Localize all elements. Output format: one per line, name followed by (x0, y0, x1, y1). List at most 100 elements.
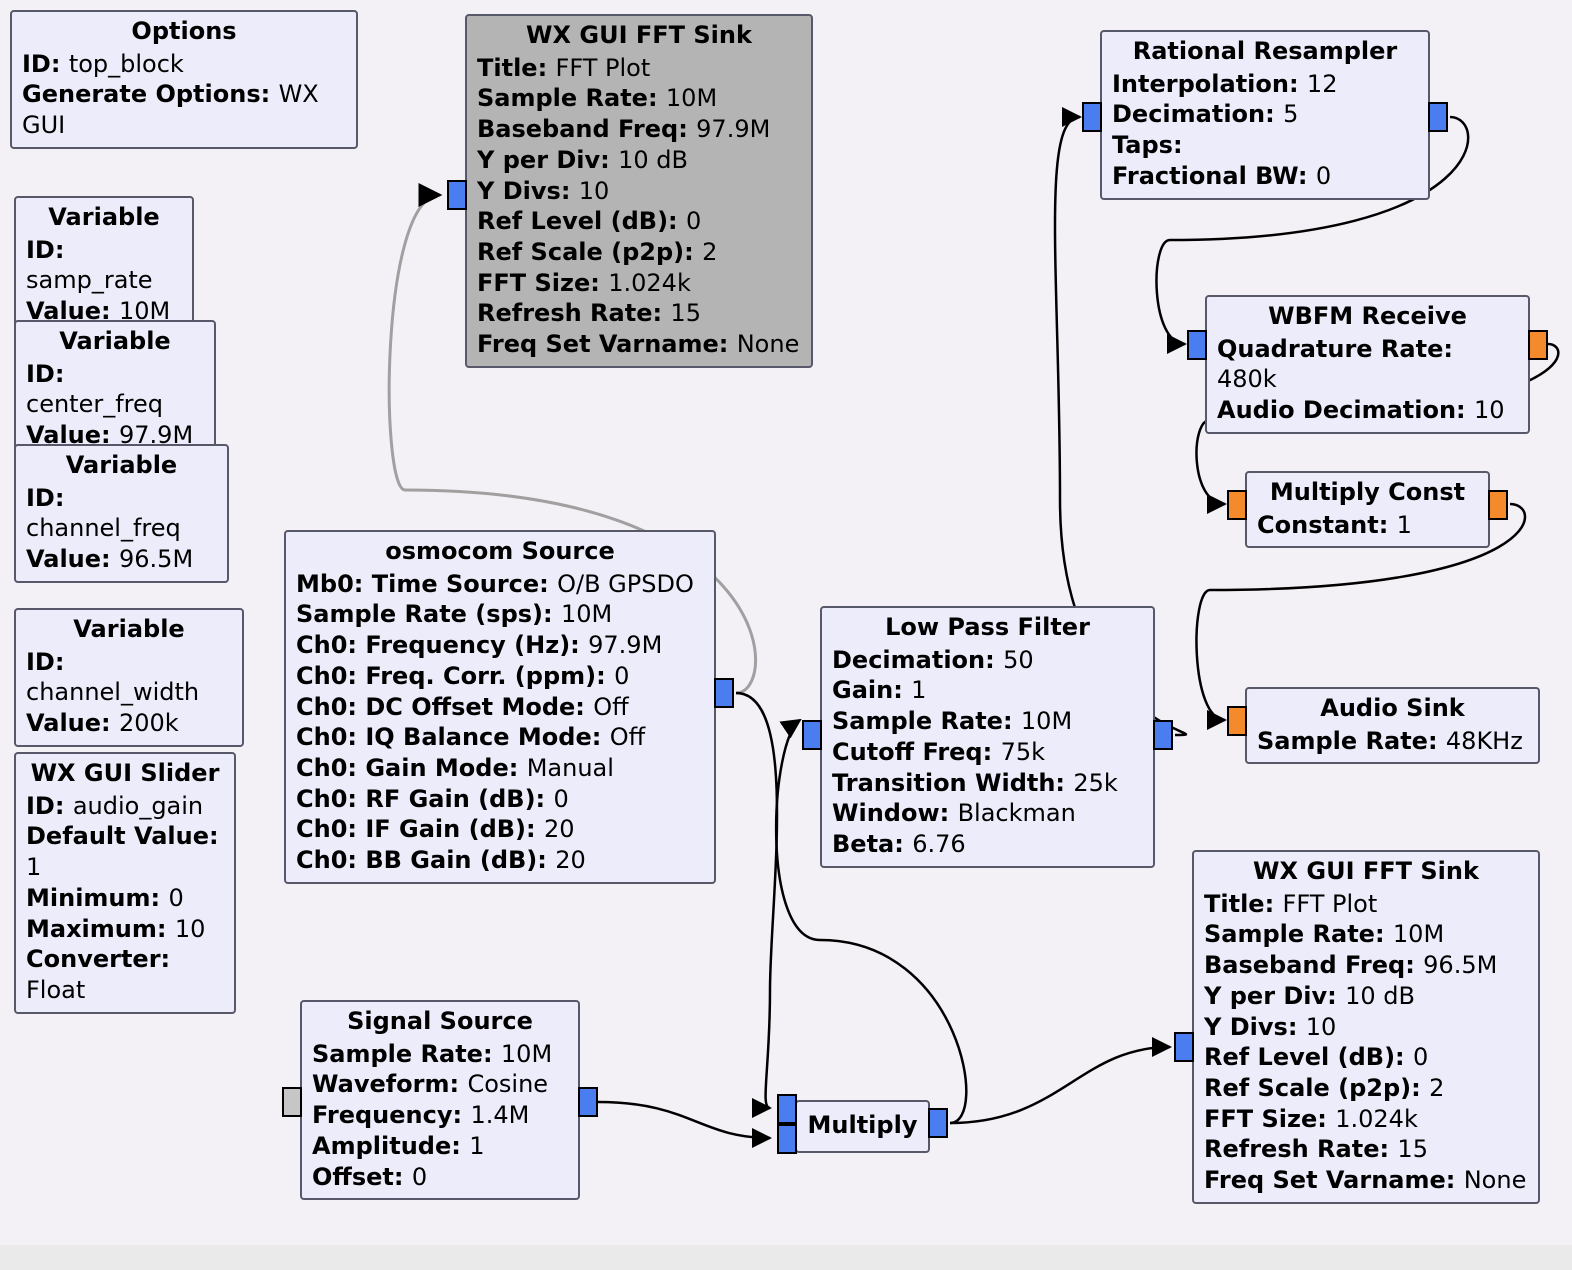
block-fft-sink-2[interactable]: WX GUI FFT Sink Title: FFT PlotSample Ra… (1192, 850, 1540, 1204)
param-row: Ref Level (dB): 0 (477, 206, 801, 237)
param-row: Sample Rate: 48KHz (1257, 726, 1528, 757)
block-title: Rational Resampler (1112, 36, 1418, 67)
param-row: Interpolation: 12 (1112, 69, 1418, 100)
param-row: ID: center_freq (26, 359, 204, 420)
param-value: 12 (1307, 70, 1338, 98)
param-key: Beta: (832, 830, 912, 858)
param-key: Ch0: RF Gain (dB): (296, 785, 554, 813)
param-value: Blackman (958, 799, 1076, 827)
block-body: Title: FFT PlotSample Rate: 10MBaseband … (477, 53, 801, 360)
param-value: 15 (670, 299, 701, 327)
param-row: Ch0: RF Gain (dB): 0 (296, 784, 704, 815)
param-value: samp_rate (26, 266, 153, 294)
param-key: Sample Rate: (832, 707, 1021, 735)
block-body: Quadrature Rate: 480kAudio Decimation: 1… (1217, 334, 1518, 426)
param-key: Mb0: Time Source: (296, 570, 557, 598)
block-variable-samp-rate[interactable]: Variable ID: samp_rateValue: 10M (14, 196, 194, 335)
param-row: FFT Size: 1.024k (1204, 1104, 1528, 1135)
param-key: ID: (26, 360, 64, 388)
param-value: Manual (527, 754, 614, 782)
block-body: ID: samp_rateValue: 10M (26, 235, 182, 327)
param-row: Ch0: IQ Balance Mode: Off (296, 722, 704, 753)
param-key: Transition Width: (832, 769, 1073, 797)
port-in[interactable] (1227, 490, 1247, 520)
param-key: ID: (26, 648, 64, 676)
port-in[interactable] (1187, 330, 1207, 360)
block-multiply-const[interactable]: Multiply Const Constant: 1 (1245, 471, 1490, 548)
param-value: 2 (702, 238, 717, 266)
block-title: Variable (26, 614, 232, 645)
block-wx-gui-slider[interactable]: WX GUI Slider ID: audio_gainDefault Valu… (14, 752, 236, 1014)
param-value: FFT Plot (1283, 890, 1378, 918)
param-row: Title: FFT Plot (477, 53, 801, 84)
block-variable-center-freq[interactable]: Variable ID: center_freqValue: 97.9M (14, 320, 216, 459)
param-value: FFT Plot (556, 54, 651, 82)
block-rational-resampler[interactable]: Rational Resampler Interpolation: 12Deci… (1100, 30, 1430, 200)
param-value: 10 (1474, 396, 1505, 424)
block-body: ID: top_blockGenerate Options: WX GUI (22, 49, 346, 141)
block-variable-channel-width[interactable]: Variable ID: channel_widthValue: 200k (14, 608, 244, 747)
param-key: Ch0: DC Offset Mode: (296, 693, 593, 721)
param-row: ID: samp_rate (26, 235, 182, 296)
port-in-msg[interactable] (282, 1087, 302, 1117)
param-row: Decimation: 5 (1112, 99, 1418, 130)
port-out[interactable] (714, 678, 734, 708)
block-wbfm-receive[interactable]: WBFM Receive Quadrature Rate: 480kAudio … (1205, 295, 1530, 434)
port-in[interactable] (447, 180, 467, 210)
param-row: Sample Rate: 10M (312, 1039, 568, 1070)
param-value: 1 (469, 1132, 484, 1160)
block-body: ID: channel_widthValue: 200k (26, 647, 232, 739)
block-title: osmocom Source (296, 536, 704, 567)
block-variable-channel-freq[interactable]: Variable ID: channel_freqValue: 96.5M (14, 444, 229, 583)
param-value: Float (26, 976, 85, 1004)
port-out[interactable] (1488, 490, 1508, 520)
block-osmocom-source[interactable]: osmocom Source Mb0: Time Source: O/B GPS… (284, 530, 716, 884)
param-row: Fractional BW: 0 (1112, 161, 1418, 192)
param-row: Taps: (1112, 130, 1418, 161)
param-key: Cutoff Freq: (832, 738, 1001, 766)
param-row: Y per Div: 10 dB (477, 145, 801, 176)
param-value: 25k (1073, 769, 1117, 797)
port-in[interactable] (1082, 102, 1102, 132)
param-key: Ref Level (dB): (1204, 1043, 1413, 1071)
port-in[interactable] (802, 720, 822, 750)
param-key: FFT Size: (1204, 1105, 1335, 1133)
port-in[interactable] (1174, 1032, 1194, 1062)
param-key: Freq Set Varname: (477, 330, 737, 358)
port-in[interactable] (1227, 706, 1247, 736)
param-value: 0 (686, 207, 701, 235)
param-key: Maximum: (26, 915, 175, 943)
block-signal-source[interactable]: Signal Source Sample Rate: 10MWaveform: … (300, 1000, 580, 1200)
param-key: Baseband Freq: (477, 115, 696, 143)
block-low-pass-filter[interactable]: Low Pass Filter Decimation: 50Gain: 1Sam… (820, 606, 1155, 868)
block-multiply[interactable]: Multiply (795, 1100, 930, 1153)
param-row: Value: 96.5M (26, 544, 217, 575)
param-row: Ch0: IF Gain (dB): 20 (296, 814, 704, 845)
block-fft-sink-1[interactable]: WX GUI FFT Sink Title: FFT PlotSample Ra… (465, 14, 813, 368)
port-in-0[interactable] (777, 1094, 797, 1124)
flowgraph-canvas[interactable]: Options ID: top_blockGenerate Options: W… (0, 0, 1572, 1245)
param-row: Baseband Freq: 97.9M (477, 114, 801, 145)
param-key: ID: (22, 50, 69, 78)
port-out[interactable] (578, 1087, 598, 1117)
param-row: Sample Rate (sps): 10M (296, 599, 704, 630)
block-audio-sink[interactable]: Audio Sink Sample Rate: 48KHz (1245, 687, 1540, 764)
param-key: Sample Rate (sps): (296, 600, 561, 628)
port-out[interactable] (1428, 102, 1448, 132)
param-key: Decimation: (832, 646, 1003, 674)
port-out[interactable] (1153, 720, 1173, 750)
port-out[interactable] (928, 1108, 948, 1138)
port-in-1[interactable] (777, 1124, 797, 1154)
param-key: Generate Options: (22, 80, 279, 108)
param-row: Ch0: Freq. Corr. (ppm): 0 (296, 661, 704, 692)
param-key: ID: (26, 792, 73, 820)
param-value: audio_gain (73, 792, 203, 820)
param-row: Title: FFT Plot (1204, 889, 1528, 920)
param-value: 10M (1021, 707, 1072, 735)
block-options[interactable]: Options ID: top_blockGenerate Options: W… (10, 10, 358, 149)
block-title: WX GUI Slider (26, 758, 224, 789)
param-value: 0 (1316, 162, 1331, 190)
block-body: ID: channel_freqValue: 96.5M (26, 483, 217, 575)
param-key: Value: (26, 709, 119, 737)
port-out[interactable] (1528, 330, 1548, 360)
